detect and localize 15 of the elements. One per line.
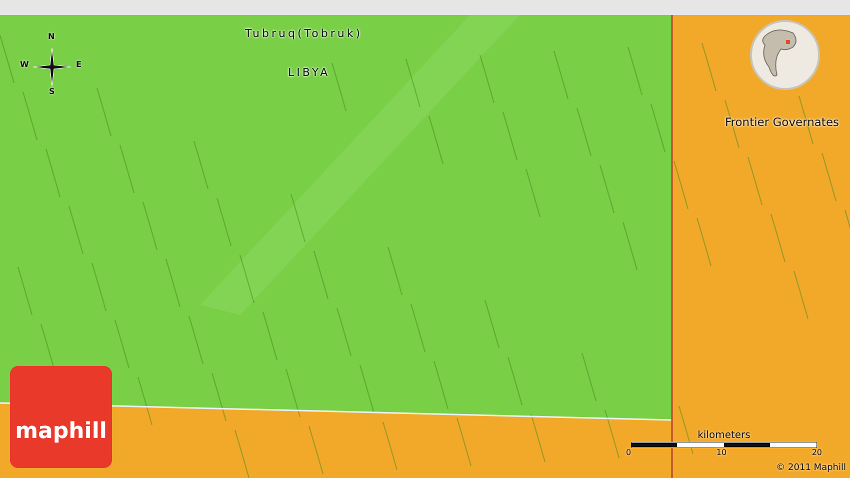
scale-tick-label: 10 <box>716 448 727 457</box>
scale-title: kilometers <box>698 430 750 441</box>
compass-south-label: S <box>49 87 55 96</box>
globe-icon <box>749 19 821 91</box>
compass-north-label: N <box>48 32 55 41</box>
country-label: LIBYA <box>288 66 330 79</box>
compass-east-label: E <box>76 60 82 69</box>
compass-west-label: W <box>20 60 29 69</box>
scale-tick-label: 20 <box>812 448 822 457</box>
maphill-logo: maphill <box>10 366 112 468</box>
copyright-text: © 2011 Maphill <box>776 463 846 473</box>
scale-tick-label: 0 <box>626 448 632 457</box>
city-label: Tubruq(Tobruk) <box>245 27 362 40</box>
compass-rose-icon <box>33 48 71 86</box>
region-label: Frontier Governates <box>725 115 840 129</box>
